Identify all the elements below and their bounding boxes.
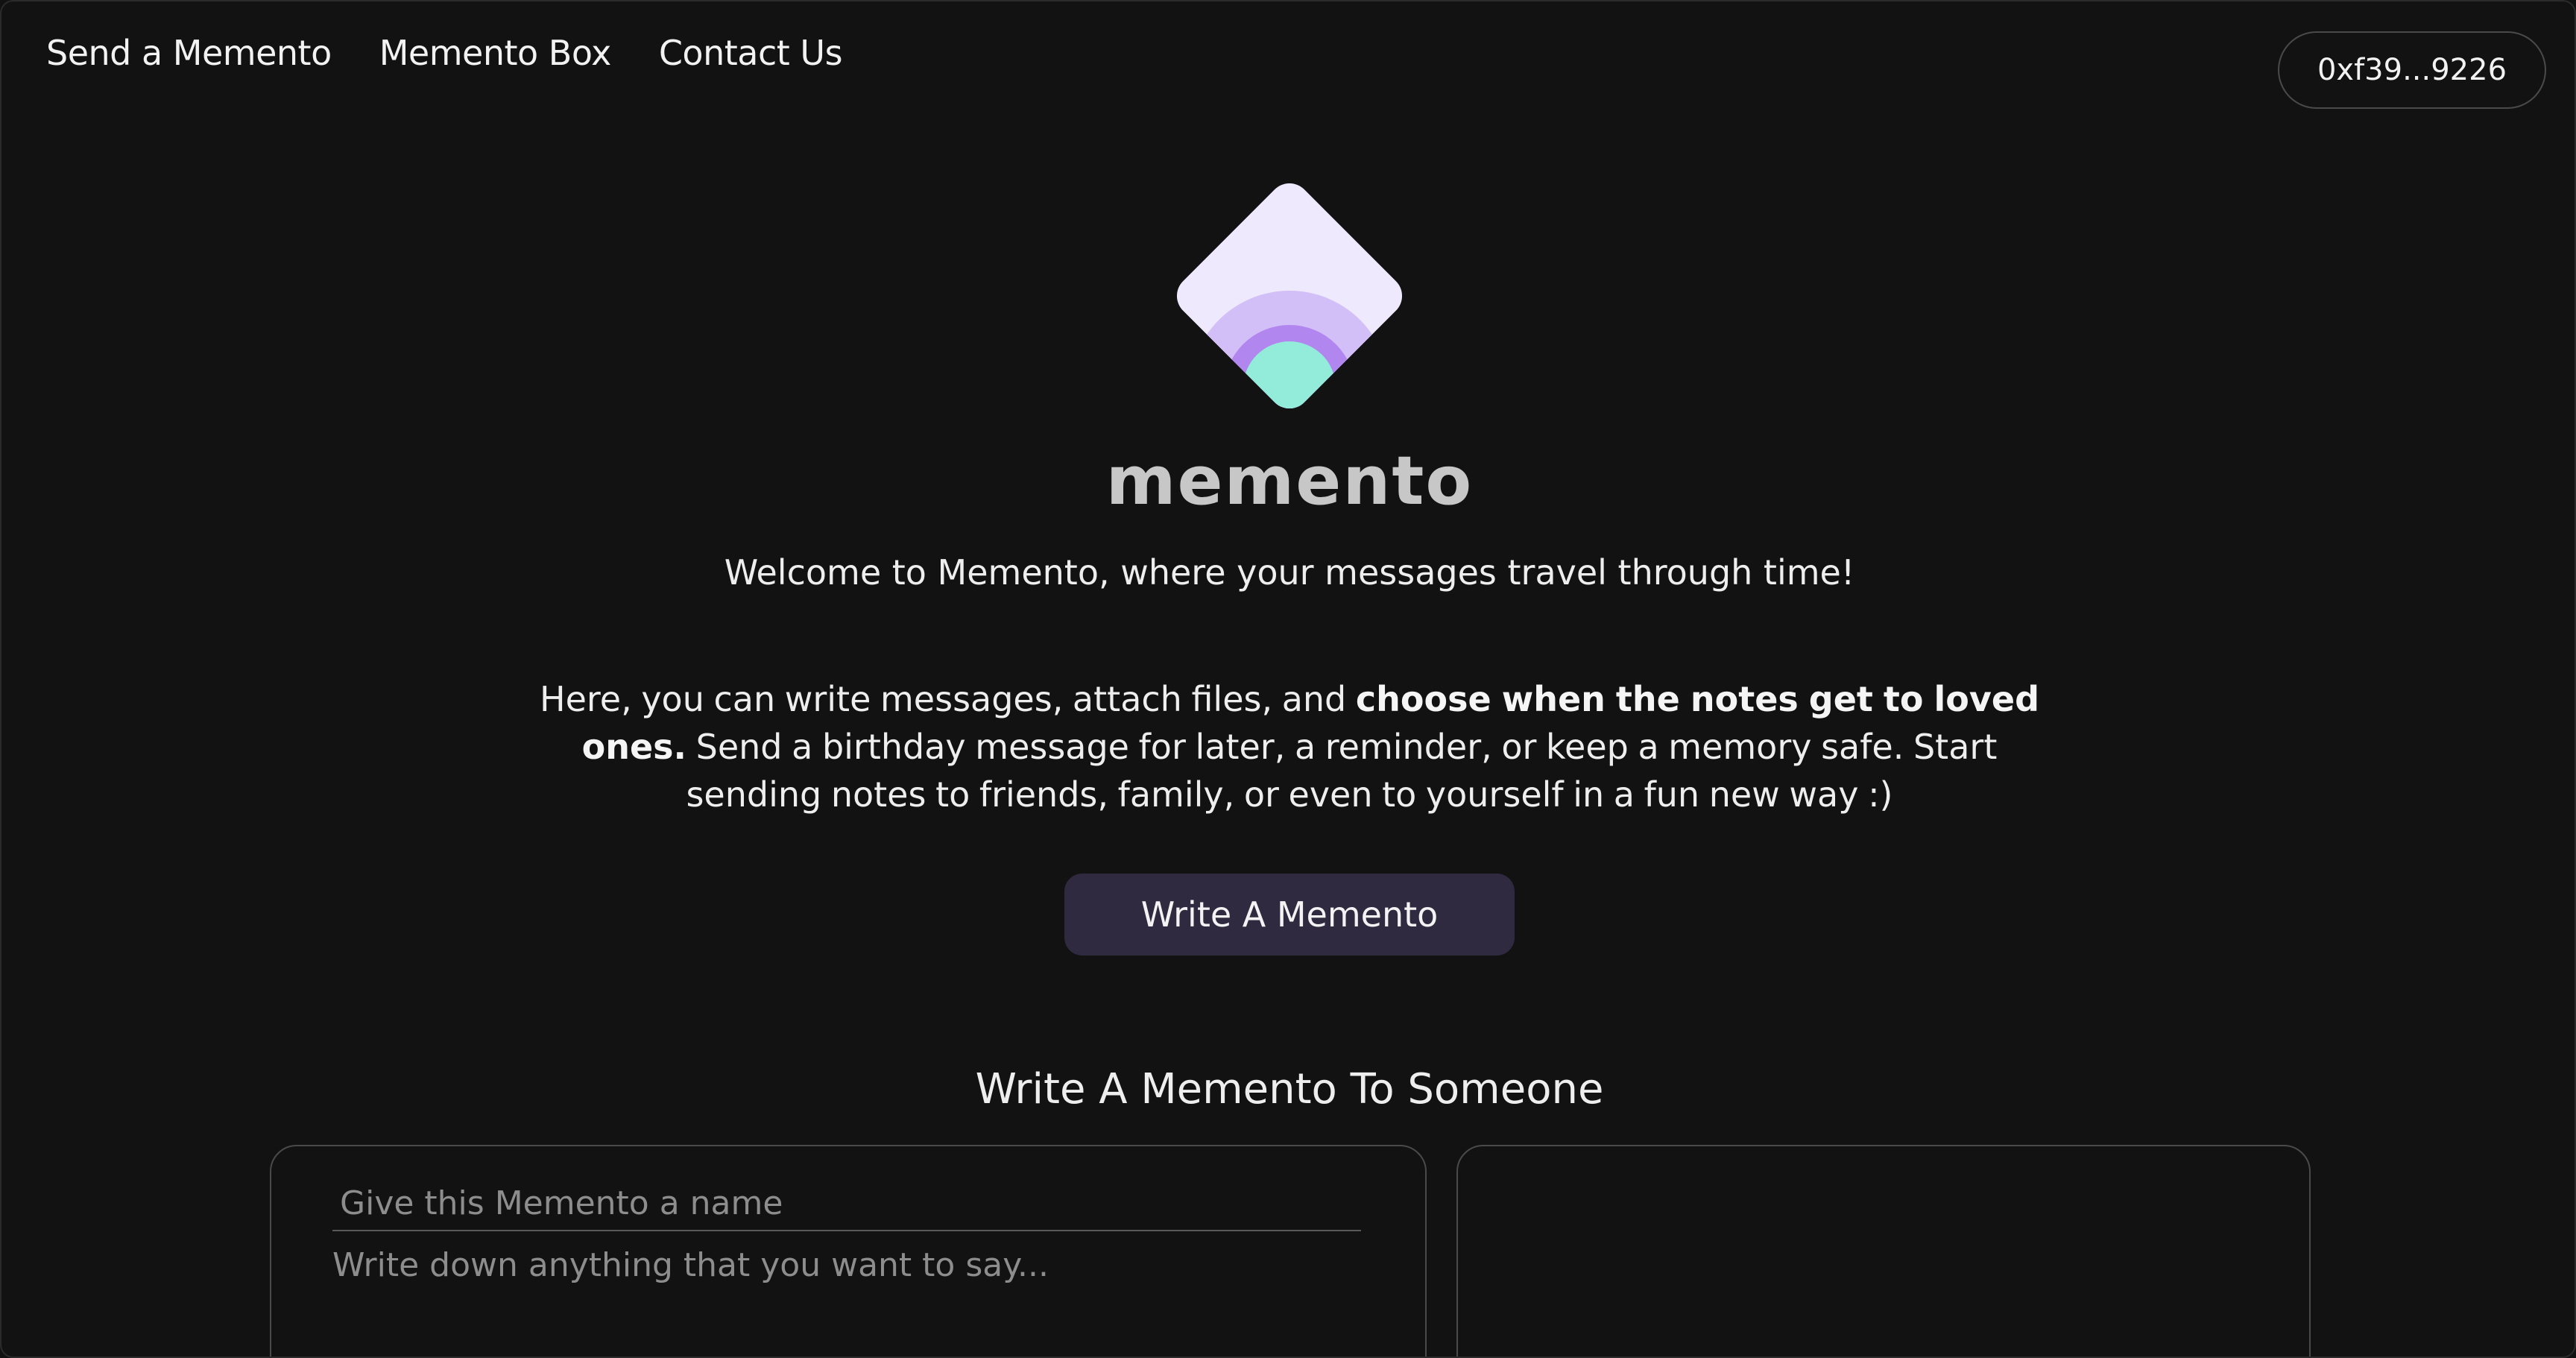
- nav-contact-us[interactable]: Contact Us: [659, 33, 843, 73]
- brand-wordmark: memento: [1105, 442, 1474, 520]
- app-window: Send a Memento Memento Box Contact Us 0x…: [0, 0, 2576, 1358]
- intro-text-end: Send a birthday message for later, a rem…: [686, 727, 1998, 815]
- compose-section-title: Write A Memento To Someone: [975, 1065, 1604, 1114]
- write-a-memento-button[interactable]: Write A Memento: [1064, 874, 1515, 956]
- nav-memento-box[interactable]: Memento Box: [379, 33, 612, 73]
- memento-logo-icon: [1168, 174, 1411, 417]
- top-nav: Send a Memento Memento Box Contact Us: [46, 33, 843, 73]
- memento-message-input[interactable]: [332, 1246, 1361, 1357]
- compose-card: [270, 1145, 1427, 1357]
- welcome-text: Welcome to Memento, where your messages …: [724, 552, 1855, 593]
- intro-paragraph: Here, you can write messages, attach fil…: [523, 675, 2056, 818]
- wallet-address-button[interactable]: 0xf39...9226: [2278, 31, 2546, 109]
- attachment-card[interactable]: [1456, 1145, 2311, 1357]
- memento-name-input[interactable]: [332, 1176, 1361, 1231]
- intro-text-start: Here, you can write messages, attach fil…: [539, 679, 1356, 719]
- nav-send-a-memento[interactable]: Send a Memento: [46, 33, 332, 73]
